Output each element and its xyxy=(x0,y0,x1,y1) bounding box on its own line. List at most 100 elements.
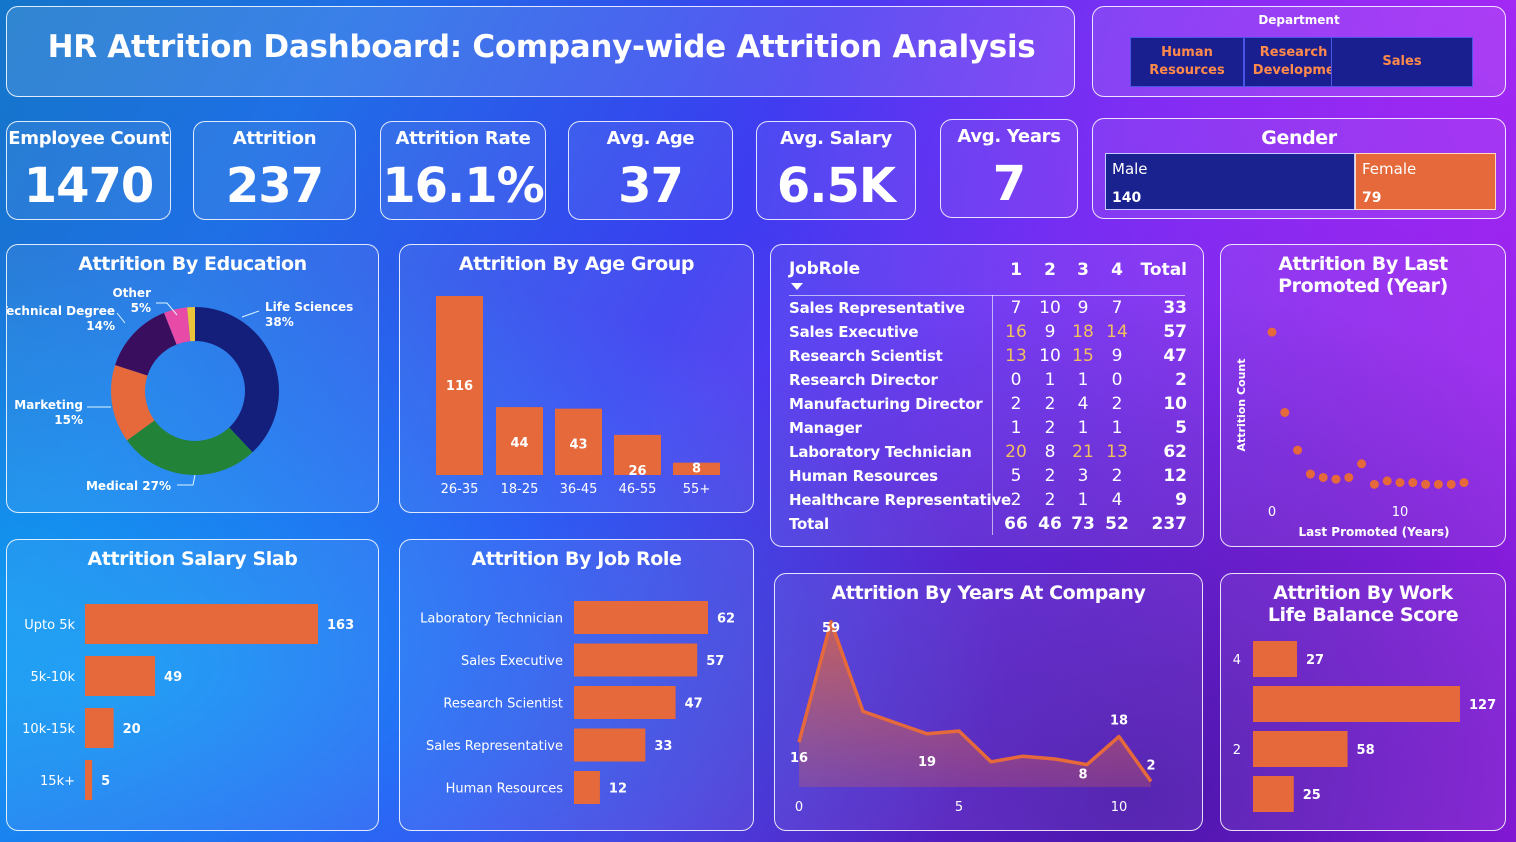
education-label: Life Sciences 38% xyxy=(265,300,353,329)
matrix-cell: 1 xyxy=(1010,418,1022,438)
matrix-header-col: 2 xyxy=(1044,260,1056,280)
data-label: 2 xyxy=(1146,758,1155,773)
age-group-chart-panel: Attrition By Age Group 116 26-35 44 18-25 43… xyxy=(399,244,754,513)
matrix-cell: 10 xyxy=(1039,346,1061,366)
bar xyxy=(85,604,318,644)
age-tick-label: 18-25 xyxy=(501,482,539,497)
kpi-value: 37 xyxy=(618,158,684,214)
last-promoted-scatter-chart: 0 10 Last Promoted (Years) Attrition Count xyxy=(1235,327,1469,539)
education-label: Technical Degree 14% xyxy=(7,304,115,333)
matrix-cell: 2 xyxy=(1010,394,1022,414)
matrix-row-label: Total xyxy=(789,515,829,533)
matrix-cell: 20 xyxy=(1005,442,1027,462)
scatter-point xyxy=(1318,472,1328,482)
bar xyxy=(574,643,698,677)
job-role-matrix: JobRole 1 2 3 4 Total Sales Representative 7 10 9… xyxy=(771,245,1203,546)
job-role-bar-chart: 62 Laboratory Technician 57 Sales Executive… xyxy=(420,601,735,804)
matrix-cell: 9 xyxy=(1044,322,1056,342)
department-option-human-resources[interactable]: Human Resources xyxy=(1130,37,1244,87)
matrix-cell: 2 xyxy=(1111,394,1123,414)
matrix-row-label: Manufacturing Director xyxy=(789,395,983,413)
x-tick-label: 10 xyxy=(1111,800,1128,815)
gender-value: 79 xyxy=(1362,190,1382,206)
kpi-avg-salary: Avg. Salary 6.5K xyxy=(756,121,916,220)
matrix-header-col: 4 xyxy=(1111,260,1123,280)
matrix-cell: 52 xyxy=(1105,514,1129,534)
education-chart-panel: Attrition By Education Life Sciences 38% M… xyxy=(6,244,379,513)
scatter-point xyxy=(1433,479,1443,489)
bar-value-label: 25 xyxy=(1303,788,1321,803)
bar xyxy=(85,656,156,696)
bar xyxy=(85,708,114,748)
matrix-row-total: 57 xyxy=(1163,322,1187,342)
gender-tile-male[interactable]: Male 140 xyxy=(1105,153,1355,210)
bar-value-label: 47 xyxy=(685,697,703,712)
matrix-cell: 2 xyxy=(1010,490,1022,510)
matrix-row-total: 5 xyxy=(1175,418,1187,438)
leader-line xyxy=(116,312,126,324)
matrix-row-label: Manager xyxy=(789,419,862,437)
bar-value-label: 127 xyxy=(1469,698,1496,713)
kpi-label: Avg. Age xyxy=(606,128,695,149)
leader-line xyxy=(177,474,196,486)
years-at-company-area-chart: 16 59 19 8 18 2 0 5 10 xyxy=(790,620,1156,815)
matrix-cell: 9 xyxy=(1077,298,1089,318)
kpi-attrition: Attrition 237 xyxy=(193,121,356,220)
matrix-row-label: Sales Executive xyxy=(789,323,919,341)
category-label: 4 xyxy=(1233,653,1241,668)
matrix-row: Manager 1 2 1 1 5 xyxy=(789,417,1187,441)
matrix-cell: 1 xyxy=(1111,418,1123,438)
kpi-attrition-rate: Attrition Rate 16.1% xyxy=(380,121,546,220)
kpi-value: 1470 xyxy=(23,158,155,214)
scatter-point xyxy=(1344,472,1354,482)
bar-value-label: 12 xyxy=(609,782,627,797)
category-label: Human Resources xyxy=(446,782,564,797)
matrix-cell: 13 xyxy=(1005,346,1027,366)
bar xyxy=(1253,641,1298,677)
x-tick-label: 10 xyxy=(1392,505,1409,520)
gender-name: Male xyxy=(1112,160,1148,178)
age-group-bar-chart: 116 26-35 44 18-25 43 36-45 26 46-55 8 55+ xyxy=(436,296,720,497)
matrix-row-total: 12 xyxy=(1163,466,1187,486)
matrix-cell: 14 xyxy=(1106,322,1128,342)
matrix-cell: 4 xyxy=(1077,394,1089,414)
matrix-cell: 2 xyxy=(1044,418,1056,438)
last-promoted-chart-panel: Attrition By Last Promoted (Year) 0 10 Las… xyxy=(1220,244,1506,547)
department-option-sales[interactable]: Sales xyxy=(1331,37,1473,87)
kpi-label: Attrition xyxy=(232,128,317,149)
matrix-cell: 21 xyxy=(1072,442,1094,462)
bar-value-label: 57 xyxy=(706,654,724,669)
bar xyxy=(574,686,676,719)
matrix-row: Research Director 0 1 1 0 2 xyxy=(789,369,1187,393)
gender-title: Gender xyxy=(1261,127,1337,149)
work-life-bar-chart: 27 4 127 58 2 25 xyxy=(1233,641,1496,812)
work-life-chart-panel: Attrition By Work Life Balance Score 27 4… xyxy=(1220,573,1506,831)
kpi-value: 7 xyxy=(992,156,1026,212)
matrix-row-label: Human Resources xyxy=(789,467,938,485)
age-bar-value: 43 xyxy=(569,438,587,453)
matrix-cell: 1 xyxy=(1077,418,1089,438)
education-donut-chart: Life Sciences 38% Medical 27% Marketing 15% T… xyxy=(7,286,353,493)
matrix-row-total: 62 xyxy=(1163,442,1187,462)
data-label: 18 xyxy=(1110,714,1128,729)
matrix-row: Sales Executive 16 9 18 14 57 xyxy=(789,321,1187,345)
gender-panel: Gender Male 140 Female 79 xyxy=(1092,118,1506,219)
matrix-cell: 0 xyxy=(1010,370,1022,390)
scatter-point xyxy=(1459,478,1469,488)
matrix-cell: 8 xyxy=(1044,442,1056,462)
matrix-row-label: Research Director xyxy=(789,371,938,389)
data-label: 59 xyxy=(822,621,840,636)
matrix-cell: 7 xyxy=(1010,298,1022,318)
sort-caret-icon[interactable] xyxy=(791,283,803,290)
job-role-matrix-panel: JobRole 1 2 3 4 Total Sales Representative 7 10 9… xyxy=(770,244,1204,547)
gender-tile-female[interactable]: Female 79 xyxy=(1355,153,1496,210)
matrix-cell: 0 xyxy=(1111,370,1123,390)
x-tick-label: 0 xyxy=(795,800,803,815)
years-at-company-chart-panel: Attrition By Years At Company 16 59 19 8 18 2… xyxy=(774,573,1203,831)
matrix-row: Research Scientist 13 10 15 9 47 xyxy=(789,345,1187,369)
matrix-header-row: JobRole 1 2 3 4 Total xyxy=(789,259,1187,283)
scatter-point xyxy=(1305,469,1315,479)
x-tick-label: 0 xyxy=(1268,505,1276,520)
bar-value-label: 20 xyxy=(123,722,141,737)
leader-line xyxy=(241,310,260,318)
